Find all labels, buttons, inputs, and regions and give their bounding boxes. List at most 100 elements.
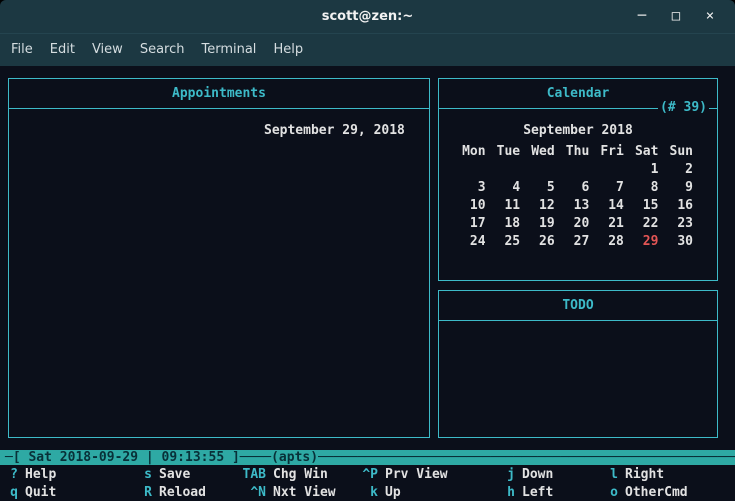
keybinding: j Down: [505, 466, 608, 484]
separator: [439, 320, 717, 321]
keybindings: ? Help sSaveTABChg Win^P Prv View j Down l Righ…: [0, 466, 735, 501]
menu-terminal[interactable]: Terminal: [194, 37, 263, 63]
keybinding-key: l: [608, 466, 618, 484]
calendar-day: 6: [555, 179, 590, 197]
separator: [9, 108, 429, 109]
calendar-day: 3: [451, 179, 486, 197]
keybinding-label: Chg Win: [273, 466, 328, 484]
close-icon[interactable]: ×: [693, 0, 727, 33]
calendar-day: 23: [658, 215, 693, 233]
week-number-badge: (# 39): [658, 100, 709, 116]
calendar-day-empty: [589, 161, 624, 179]
calendar-day: 17: [451, 215, 486, 233]
appointments-date: September 29, 2018: [264, 123, 405, 138]
calendar-day-empty: [486, 161, 521, 179]
keybinding-key: R: [142, 484, 152, 501]
keybinding: sSave: [142, 466, 240, 484]
menu-help[interactable]: Help: [266, 37, 310, 63]
keybinding: o OtherCmd: [608, 484, 728, 501]
menubar: File Edit View Search Terminal Help: [0, 33, 735, 66]
calendar-day: 28: [589, 233, 624, 251]
calendar-day-header: Sat: [624, 143, 659, 161]
keybinding-label: Right: [625, 466, 664, 484]
appointments-panel-title: Appointments: [9, 79, 429, 108]
keybinding: l Right: [608, 466, 728, 484]
keybinding-row: q Quit R Reload ^N Nxt View k Up h Left o OtherCmd: [0, 484, 735, 501]
calendar-day: 12: [520, 197, 555, 215]
menu-search[interactable]: Search: [133, 37, 192, 63]
keybinding-key: ?: [8, 466, 18, 484]
menu-file[interactable]: File: [4, 37, 40, 63]
calendar-day: 9: [658, 179, 693, 197]
calendar-month-label: September 2018: [439, 123, 717, 138]
keybinding-row: ? Help sSaveTABChg Win^P Prv View j Down l Righ…: [0, 466, 735, 484]
todo-panel-title: TODO: [439, 291, 717, 320]
terminal-screen[interactable]: Appointments September 29, 2018 Calendar…: [0, 66, 735, 501]
keybinding: q Quit: [8, 484, 142, 501]
keybinding-label: Quit: [25, 484, 56, 501]
calendar-day-header: Tue: [486, 143, 521, 161]
calendar-day: 11: [486, 197, 521, 215]
keybinding-label: Prv View: [385, 466, 448, 484]
calendar-day: 30: [658, 233, 693, 251]
calendar-day-empty: [555, 161, 590, 179]
calendar-day-empty: [451, 161, 486, 179]
calendar-day: 7: [589, 179, 624, 197]
keybinding-key: q: [8, 484, 18, 501]
calendar-day: 10: [451, 197, 486, 215]
keybinding: TABChg Win: [240, 466, 360, 484]
keybinding-label: Left: [522, 484, 553, 501]
calendar-day: 21: [589, 215, 624, 233]
calendar-day: 8: [624, 179, 659, 197]
keybinding: h Left: [505, 484, 608, 501]
calendar-day: 26: [520, 233, 555, 251]
calendar-day: 27: [555, 233, 590, 251]
keybinding-key: k: [360, 484, 378, 501]
keybinding-key: ^P: [360, 466, 378, 484]
keybinding-label: Down: [522, 466, 553, 484]
minimize-icon[interactable]: ─: [625, 0, 659, 33]
menu-view[interactable]: View: [85, 37, 130, 63]
keybinding-label: Save: [159, 466, 190, 484]
calendar-day: 22: [624, 215, 659, 233]
keybinding: R Reload: [142, 484, 240, 501]
keybinding: ^N Nxt View: [240, 484, 360, 501]
calendar-day: 1: [624, 161, 659, 179]
terminal-window: scott@zen:~ ─ □ × File Edit View Search …: [0, 0, 735, 501]
status-bar: ─[ Sat 2018-09-29 | 09:13:55 ]────(apts)…: [0, 450, 735, 465]
calendar-day: 16: [658, 197, 693, 215]
keybinding-label: Help: [25, 466, 56, 484]
calendar-grid: MonTueWedThuFriSatSun1234567891011121314…: [451, 143, 693, 251]
calendar-day-header: Wed: [520, 143, 555, 161]
calendar-day: 5: [520, 179, 555, 197]
keybinding: ? Help: [8, 466, 142, 484]
keybinding: ^P Prv View: [360, 466, 505, 484]
keybinding-key: o: [608, 484, 618, 501]
calendar-day: 18: [486, 215, 521, 233]
keybinding-label: OtherCmd: [625, 484, 688, 501]
maximize-icon[interactable]: □: [659, 0, 693, 33]
titlebar[interactable]: scott@zen:~ ─ □ ×: [0, 0, 735, 33]
calendar-day-header: Fri: [589, 143, 624, 161]
keybinding-label: Up: [385, 484, 401, 501]
calendar-day: 24: [451, 233, 486, 251]
calendar-day: 2: [658, 161, 693, 179]
calendar-day: 4: [486, 179, 521, 197]
calendar-day-header: Thu: [555, 143, 590, 161]
todo-panel: TODO: [438, 290, 718, 438]
keybinding-label: Reload: [159, 484, 206, 501]
calendar-day: 13: [555, 197, 590, 215]
calendar-day: 20: [555, 215, 590, 233]
calendar-day-empty: [520, 161, 555, 179]
menu-edit[interactable]: Edit: [43, 37, 82, 63]
keybinding-key: ^N: [240, 484, 266, 501]
keybinding-label: Nxt View: [273, 484, 336, 501]
window-controls: ─ □ ×: [625, 0, 727, 33]
keybinding-key: j: [505, 466, 515, 484]
calendar-day-selected: 29: [624, 233, 659, 251]
keybinding: k Up: [360, 484, 505, 501]
calendar-day-header: Mon: [451, 143, 486, 161]
calendar-day: 25: [486, 233, 521, 251]
separator: (# 39): [439, 108, 717, 109]
keybinding-key: h: [505, 484, 515, 501]
